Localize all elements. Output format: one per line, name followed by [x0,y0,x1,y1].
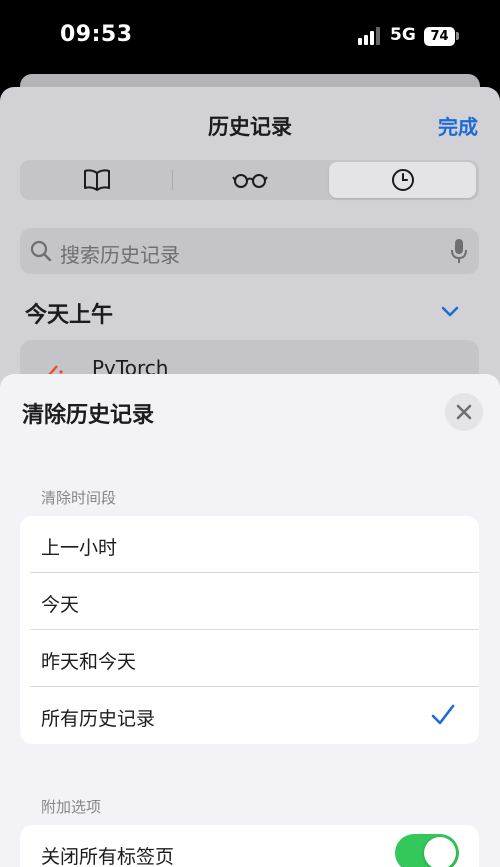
cellular-signal-icon [358,27,382,45]
book-icon [84,169,110,191]
option-label: 今天 [41,594,80,616]
close-all-tabs-toggle[interactable] [395,834,459,867]
option-all-history[interactable]: 所有历史记录 [20,687,479,744]
status-time: 09:53 [60,22,133,47]
checkmark-icon [431,704,455,725]
chevron-down-icon[interactable] [440,305,460,319]
history-search-field[interactable]: 搜索历史记录 [20,228,479,274]
timeframe-header: 清除时间段 [41,489,117,507]
battery-icon [456,32,459,40]
search-placeholder: 搜索历史记录 [60,243,180,267]
microphone-icon[interactable] [451,238,467,264]
tab-bookmarks[interactable] [22,162,172,198]
close-icon [456,404,472,420]
tab-history[interactable] [329,162,476,198]
extras-header: 附加选项 [41,798,102,816]
clear-history-title: 清除历史记录 [22,403,155,428]
done-button[interactable]: 完成 [438,111,478,140]
search-icon [30,240,52,262]
option-label: 上一小时 [41,537,118,559]
extras-options: 关闭所有标签页 [20,825,479,867]
section-title-this-morning: 今天上午 [25,303,114,328]
timeframe-options: 上一小时 今天 昨天和今天 所有历史记录 [20,516,479,744]
clock-icon [391,169,414,191]
toggle-knob [424,837,456,867]
clear-history-sheet: 清除历史记录 清除时间段 上一小时 今天 昨天和今天 所有历史记录 附加选项 关… [0,374,500,867]
status-bar: 09:53 5G 74 [0,0,500,76]
option-today[interactable]: 今天 [20,573,479,630]
option-label: 关闭所有标签页 [41,846,175,867]
option-close-all-tabs: 关闭所有标签页 [20,825,479,867]
reading-list-glasses-icon [232,174,268,188]
tab-reading-list[interactable] [174,162,326,198]
segment-divider [172,170,173,190]
battery-level: 74 [424,27,455,46]
network-type: 5G [390,25,416,45]
history-title: 历史记录 [208,115,292,139]
option-label: 昨天和今天 [41,651,137,673]
history-segmented-control [20,160,479,200]
option-yesterday-and-today[interactable]: 昨天和今天 [20,630,479,687]
close-button[interactable] [445,393,483,431]
option-last-hour[interactable]: 上一小时 [20,516,479,573]
option-label: 所有历史记录 [41,708,156,730]
